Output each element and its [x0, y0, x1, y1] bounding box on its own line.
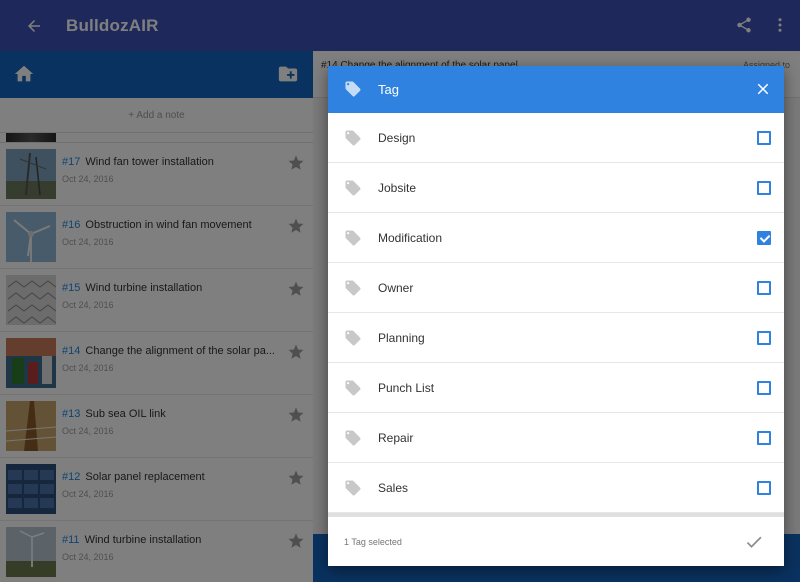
tag-icon — [344, 80, 362, 98]
tag-icon — [344, 229, 362, 247]
tag-icon — [344, 429, 362, 447]
tag-option-design[interactable]: Design — [328, 113, 784, 163]
tag-option-label: Jobsite — [378, 181, 417, 195]
tag-icon — [344, 279, 362, 297]
tag-option-planning[interactable]: Planning — [328, 313, 784, 363]
tag-checkbox-checked[interactable] — [757, 231, 771, 245]
tag-icon — [344, 179, 362, 197]
tag-icon — [344, 129, 362, 147]
dialog-header: Tag — [328, 66, 784, 113]
dialog-divider — [328, 513, 784, 517]
tag-option-jobsite[interactable]: Jobsite — [328, 163, 784, 213]
dialog-title: Tag — [378, 82, 399, 97]
tag-option-label: Planning — [378, 331, 425, 345]
tag-option-label: Owner — [378, 281, 414, 295]
tag-icon — [344, 379, 362, 397]
tag-option-owner[interactable]: Owner — [328, 263, 784, 313]
tag-checkbox[interactable] — [757, 481, 771, 495]
tag-option-label: Design — [378, 131, 416, 145]
tag-option-label: Sales — [378, 481, 409, 495]
selected-count: 1 Tag selected — [344, 537, 402, 547]
check-icon[interactable] — [744, 532, 764, 552]
tag-checkbox[interactable] — [757, 131, 771, 145]
tag-checkbox[interactable] — [757, 281, 771, 295]
tag-checkbox[interactable] — [757, 431, 771, 445]
tag-dialog: Tag Design Jobsite Modification Owner Pl… — [328, 66, 784, 566]
dialog-footer: 1 Tag selected — [328, 518, 784, 566]
tag-checkbox[interactable] — [757, 181, 771, 195]
tag-options-list: Design Jobsite Modification Owner Planni… — [328, 113, 784, 513]
tag-option-sales[interactable]: Sales — [328, 463, 784, 513]
tag-checkbox[interactable] — [757, 381, 771, 395]
close-icon[interactable] — [754, 80, 772, 98]
tag-option-modification[interactable]: Modification — [328, 213, 784, 263]
tag-option-label: Modification — [378, 231, 443, 245]
tag-option-repair[interactable]: Repair — [328, 413, 784, 463]
tag-option-punch-list[interactable]: Punch List — [328, 363, 784, 413]
tag-option-label: Punch List — [378, 381, 435, 395]
tag-icon — [344, 329, 362, 347]
tag-checkbox[interactable] — [757, 331, 771, 345]
tag-option-label: Repair — [378, 431, 414, 445]
tag-icon — [344, 479, 362, 497]
